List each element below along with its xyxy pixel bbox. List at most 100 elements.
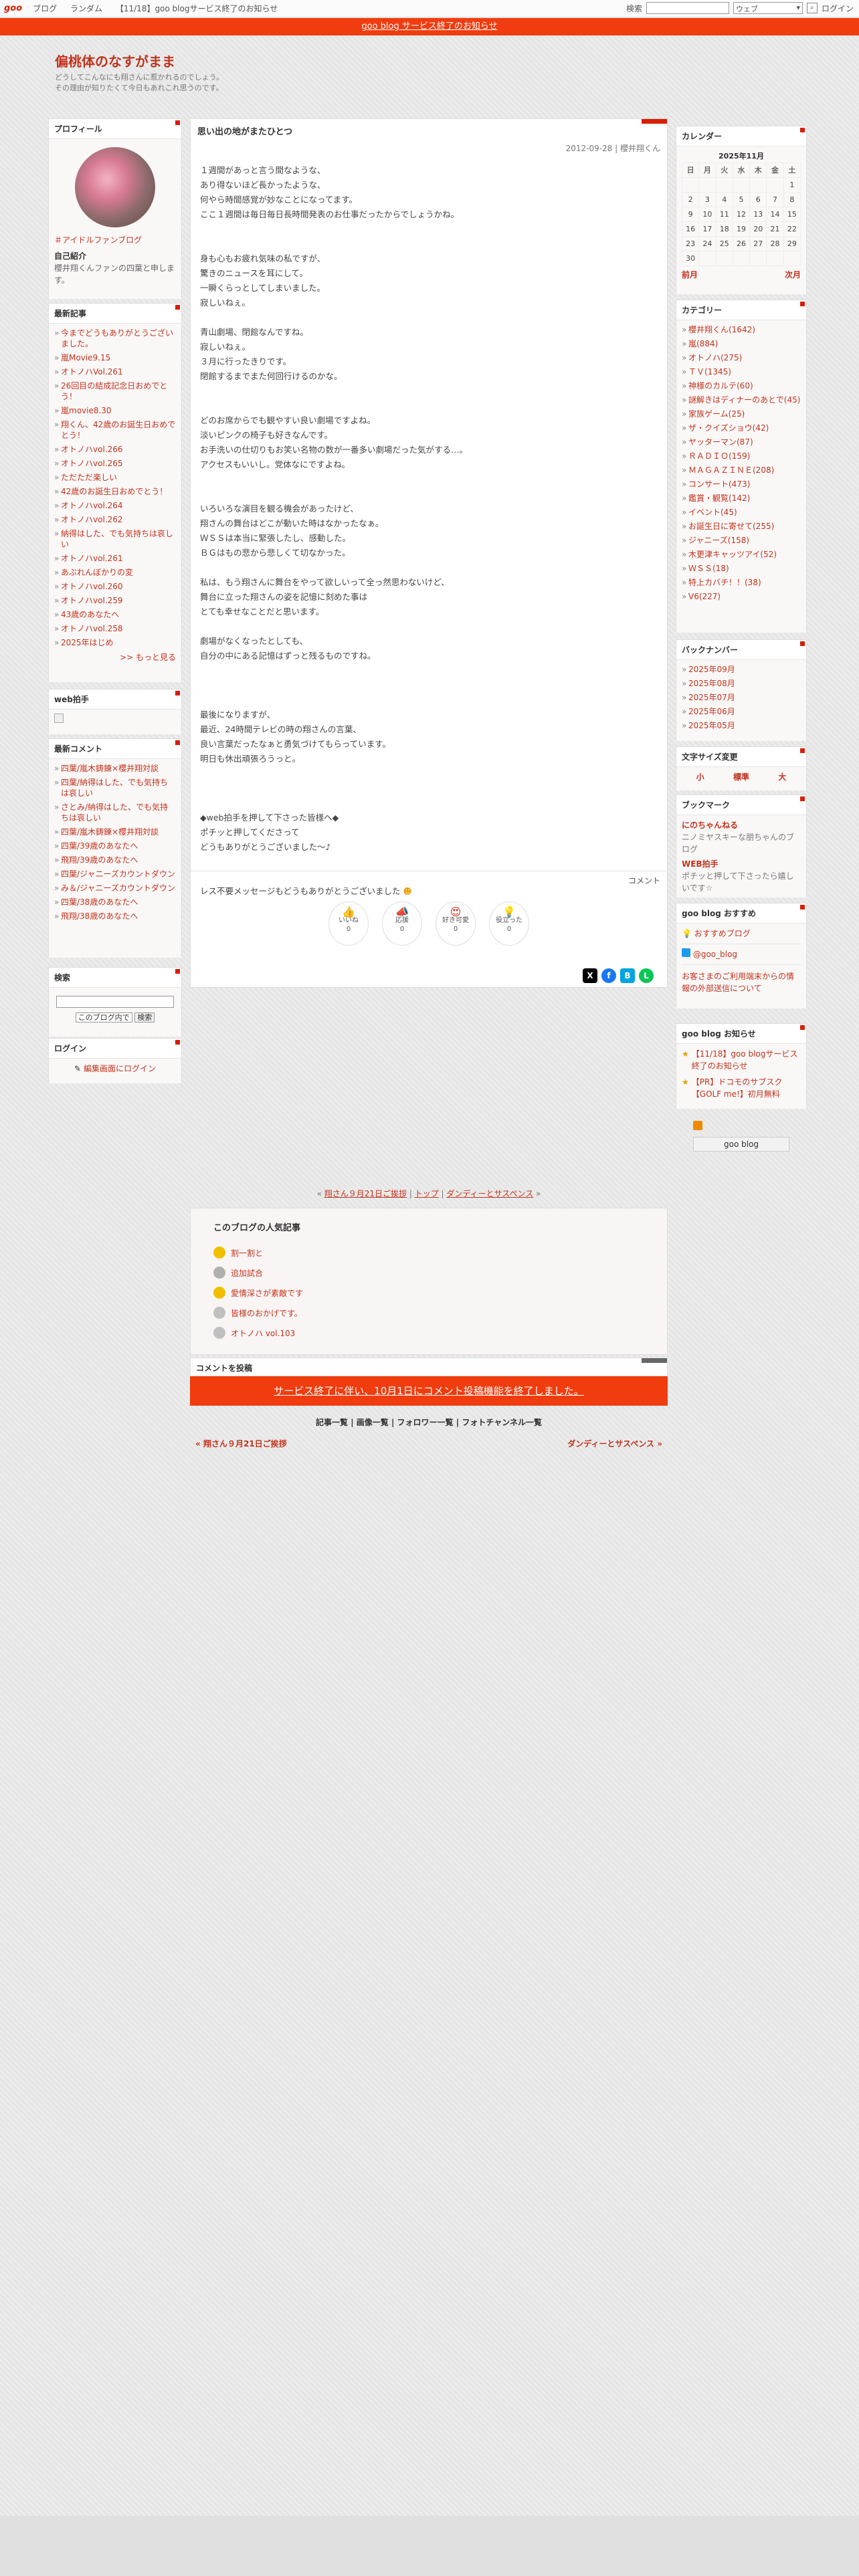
calendar-day[interactable]: 29 [783, 236, 801, 251]
category-item[interactable]: 特上カバチ！！(38) [682, 577, 801, 588]
category-item[interactable]: 嵐(884) [682, 338, 801, 349]
calendar-day[interactable]: 4 [715, 192, 733, 207]
category-item[interactable]: ジャニーズ(158) [682, 535, 801, 546]
calendar-day[interactable]: 5 [732, 192, 751, 207]
calendar-day[interactable]: 22 [783, 221, 801, 237]
popular-post-item[interactable]: オトノハ vol.103 [213, 1323, 644, 1343]
popular-post-item[interactable]: 愛情深さが素敵です [213, 1283, 644, 1303]
recent-post-item[interactable]: 嵐Movie9.15 [54, 352, 176, 363]
hatena-share-icon[interactable]: B [620, 968, 635, 983]
category-item[interactable]: ＴＶ(1345) [682, 366, 801, 377]
next-post-bottom-link[interactable]: ダンディーとサスペンス » [567, 1438, 662, 1449]
calendar-day[interactable]: 30 [681, 251, 700, 266]
search-icon[interactable]: ⌕ [806, 3, 818, 13]
blog-search-button[interactable]: 検索 [134, 1012, 155, 1023]
category-item[interactable]: お誕生日に寄せて(255) [682, 521, 801, 532]
articles-list-link[interactable]: 記事一覧 [316, 1418, 348, 1427]
recent-post-item[interactable]: 嵐movie8.30 [54, 405, 176, 416]
profile-category-link[interactable]: ＃アイドルファンブログ [54, 234, 176, 246]
calendar-day[interactable]: 21 [766, 221, 784, 237]
recent-comment-item[interactable]: さとみ/納得はした、でも気持ちは哀しい [54, 802, 176, 823]
calendar-day[interactable]: 23 [681, 236, 700, 251]
recent-comment-item[interactable]: 四葉/39歳のあなたへ [54, 841, 176, 851]
nav-service-end-notice[interactable]: 【11/18】goo blogサービス終了のお知らせ [116, 4, 278, 13]
calendar-day[interactable]: 18 [715, 221, 733, 237]
category-item[interactable]: 櫻井翔くん(1642) [682, 324, 801, 335]
popular-post-title[interactable]: オトノハ vol.103 [231, 1327, 295, 1339]
recent-post-item[interactable]: オトノハvol.260 [54, 581, 176, 592]
goo-logo[interactable]: goo [4, 3, 22, 13]
calendar-day[interactable]: 3 [698, 192, 717, 207]
category-item[interactable]: ＷＳＳ(18) [682, 563, 801, 574]
recent-comment-item[interactable]: 四葉/納得はした、でも気持ちは哀しい [54, 777, 176, 798]
calendar-day[interactable]: 26 [732, 236, 751, 251]
recommend-blog-link[interactable]: おすすめブログ [694, 929, 751, 938]
calendar-day[interactable]: 17 [698, 221, 717, 237]
recent-post-item[interactable]: オトノハVol.261 [54, 366, 176, 377]
reaction-cheer[interactable]: 📣 応援 0 [382, 901, 422, 946]
recent-post-item[interactable]: 翔くん、42歳のお誕生日おめでとう！ [54, 419, 176, 441]
category-item[interactable]: ヤッターマン(87) [682, 437, 801, 447]
category-item[interactable]: V6(227) [682, 591, 801, 602]
recent-comment-item[interactable]: 飛翔/38歳のあなたへ [54, 911, 176, 922]
recent-post-item[interactable]: 2025年はじめ [54, 637, 176, 648]
category-item[interactable]: ザ・クイズショウ(42) [682, 423, 801, 433]
line-share-icon[interactable]: L [639, 968, 654, 983]
calendar-day[interactable]: 16 [681, 221, 700, 237]
font-size-normal[interactable]: 標準 [733, 771, 749, 786]
recent-post-item[interactable]: 43歳のあなたへ [54, 609, 176, 620]
backnumber-item[interactable]: 2025年05月 [682, 720, 801, 731]
category-item[interactable]: ＲＡＤＩＯ(159) [682, 451, 801, 461]
calendar-day[interactable]: 27 [749, 236, 767, 251]
x-share-icon[interactable]: X [583, 968, 597, 983]
category-item[interactable]: 神様のカルテ(60) [682, 381, 801, 391]
recent-comment-item[interactable]: 四葉/嵐木鋳錬×櫻井翔対談 [54, 763, 176, 774]
recent-post-item[interactable]: オトノハvol.265 [54, 458, 176, 469]
top-link[interactable]: トップ [415, 1189, 439, 1198]
external-transmission-notice[interactable]: お客さまのご利用端末からの情報の外部送信について [682, 964, 801, 994]
font-size-small[interactable]: 小 [696, 771, 704, 786]
news-item-1[interactable]: 【11/18】goo blogサービス終了のお知らせ [692, 1048, 801, 1072]
category-item[interactable]: コンサート(473) [682, 479, 801, 490]
reaction-helpful[interactable]: 💡 役立った 0 [489, 901, 529, 946]
images-list-link[interactable]: 画像一覧 [357, 1418, 389, 1427]
rss-icon[interactable] [693, 1121, 702, 1130]
recent-post-item[interactable]: あぶれんぼかりの変 [54, 567, 176, 578]
font-size-large[interactable]: 大 [778, 771, 786, 786]
calendar-day[interactable]: 12 [732, 207, 751, 222]
photo-channel-link[interactable]: フォトチャンネル一覧 [462, 1418, 542, 1427]
recent-post-item[interactable]: オトノハvol.266 [54, 444, 176, 455]
calendar-day[interactable]: 2 [681, 192, 700, 207]
backnumber-item[interactable]: 2025年06月 [682, 706, 801, 717]
blog-search-input[interactable] [56, 996, 174, 1008]
recent-post-item[interactable]: ただただ楽しい [54, 472, 176, 483]
calendar-day[interactable]: 15 [783, 207, 801, 222]
recent-comment-item[interactable]: み＆/ジャニーズカウントダウン [54, 883, 176, 893]
reaction-love[interactable]: 😍 好き可愛 0 [436, 901, 476, 946]
reaction-like[interactable]: 👍 いいね 0 [328, 901, 369, 946]
prev-post-link[interactable]: 翔さん９月21日ご挨拶 [324, 1189, 407, 1198]
category-item[interactable]: ＭＡＧＡＺＩＮＥ(208) [682, 465, 801, 475]
popular-post-title[interactable]: 皆様のおかげです。 [231, 1307, 302, 1319]
calendar-day[interactable]: 25 [715, 236, 733, 251]
recent-comment-item[interactable]: 四葉/38歳のあなたへ [54, 897, 176, 907]
recent-comment-item[interactable]: 飛翔/39歳のあなたへ [54, 855, 176, 865]
calendar-day[interactable]: 6 [749, 192, 767, 207]
recent-post-item[interactable]: 26回目の結成記念日おめでとう！ [54, 381, 176, 402]
search-scope-select[interactable]: ウェブ ▾ [733, 2, 803, 14]
prev-post-bottom-link[interactable]: « 翔さん９月21日ご挨拶 [195, 1438, 287, 1449]
calendar-day[interactable]: 28 [766, 236, 784, 251]
calendar-day[interactable]: 14 [766, 207, 784, 222]
backnumber-item[interactable]: 2025年09月 [682, 664, 801, 675]
calendar-prev-month[interactable]: 前月 [682, 269, 698, 281]
news-item-2[interactable]: 【PR】ドコモのサブスク【GOLF me!】初月無料 [692, 1076, 801, 1100]
calendar-day[interactable]: 9 [681, 207, 700, 222]
backnumber-item[interactable]: 2025年07月 [682, 692, 801, 703]
recent-more-link[interactable]: >> もっと見る [54, 651, 176, 663]
goo-blog-badge[interactable]: goo blog [693, 1137, 789, 1152]
calendar-day[interactable]: 10 [698, 207, 717, 222]
comment-closed-notice[interactable]: サービス終了に伴い、10月1日にコメント投稿機能を終了しました。 [190, 1376, 668, 1406]
calendar-day[interactable]: 11 [715, 207, 733, 222]
webclap-image-icon[interactable] [54, 714, 64, 723]
facebook-share-icon[interactable]: f [601, 968, 616, 983]
